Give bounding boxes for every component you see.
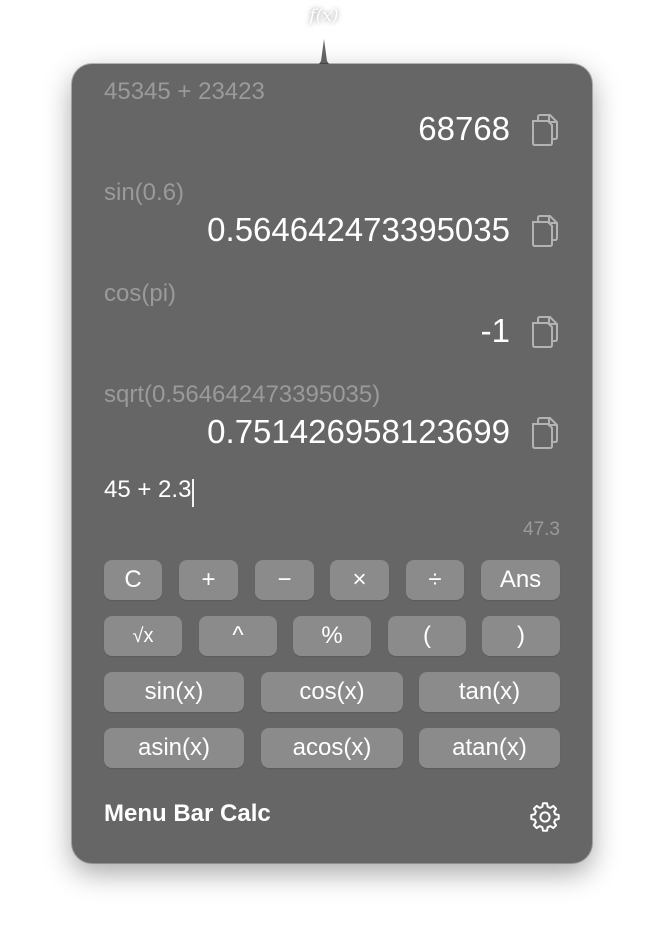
history-result[interactable]: 68768 bbox=[418, 110, 510, 148]
history-expression[interactable]: sin(0.6) bbox=[104, 179, 184, 207]
open-paren-button[interactable]: ( bbox=[388, 616, 466, 656]
percent-button[interactable]: % bbox=[293, 616, 371, 656]
text-caret bbox=[192, 478, 195, 507]
app-title: Menu Bar Calc bbox=[104, 800, 271, 827]
expression-input[interactable]: 45 + 2.3 bbox=[104, 475, 560, 509]
atan-button[interactable]: atan(x) bbox=[419, 728, 560, 768]
close-paren-button[interactable]: ) bbox=[482, 616, 560, 656]
multiply-button[interactable]: × bbox=[330, 560, 389, 600]
keypad-row-misc: √x ^ % ( ) bbox=[104, 616, 560, 656]
copy-icon[interactable] bbox=[528, 112, 560, 146]
power-button[interactable]: ^ bbox=[199, 616, 277, 656]
history-entry: sin(0.6) 0.564642473395035 bbox=[104, 179, 560, 280]
expression-input-text[interactable]: 45 + 2.3 bbox=[104, 476, 191, 503]
tan-button[interactable]: tan(x) bbox=[419, 672, 560, 712]
history-entry: sqrt(0.564642473395035) 0.75142695812369… bbox=[104, 381, 560, 482]
keypad-row-operators: C + − × ÷ Ans bbox=[104, 560, 560, 600]
sin-button[interactable]: sin(x) bbox=[104, 672, 244, 712]
result-preview: 47.3 bbox=[523, 519, 560, 540]
history-expression[interactable]: 45345 + 23423 bbox=[104, 78, 265, 106]
keypad-row-trig: sin(x) cos(x) tan(x) bbox=[104, 672, 560, 712]
keypad: C + − × ÷ Ans √x ^ % ( ) sin(x) cos(x) t… bbox=[104, 560, 560, 784]
history-expression[interactable]: sqrt(0.564642473395035) bbox=[104, 381, 380, 409]
plus-button[interactable]: + bbox=[179, 560, 238, 600]
copy-icon[interactable] bbox=[528, 314, 560, 348]
history-entry: 45345 + 23423 68768 bbox=[104, 78, 560, 179]
divide-button[interactable]: ÷ bbox=[406, 560, 464, 600]
history-result[interactable]: 0.751426958123699 bbox=[207, 413, 510, 451]
copy-icon[interactable] bbox=[528, 415, 560, 449]
acos-button[interactable]: acos(x) bbox=[261, 728, 403, 768]
clear-button[interactable]: C bbox=[104, 560, 162, 600]
history-result[interactable]: 0.564642473395035 bbox=[207, 211, 510, 249]
keypad-row-inverse-trig: asin(x) acos(x) atan(x) bbox=[104, 728, 560, 768]
asin-button[interactable]: asin(x) bbox=[104, 728, 244, 768]
calculator-popover: 45345 + 23423 68768 sin(0.6) 0.564642473… bbox=[72, 64, 592, 863]
minus-button[interactable]: − bbox=[255, 560, 314, 600]
history-result[interactable]: -1 bbox=[481, 312, 510, 350]
history-list: 45345 + 23423 68768 sin(0.6) 0.564642473… bbox=[104, 78, 560, 482]
history-expression[interactable]: cos(pi) bbox=[104, 280, 176, 308]
copy-icon[interactable] bbox=[528, 213, 560, 247]
sqrt-button[interactable]: √x bbox=[104, 616, 182, 656]
history-entry: cos(pi) -1 bbox=[104, 280, 560, 381]
gear-icon[interactable] bbox=[530, 802, 560, 832]
ans-button[interactable]: Ans bbox=[481, 560, 560, 600]
menubar-fx-icon[interactable]: f(x) bbox=[306, 4, 342, 28]
cos-button[interactable]: cos(x) bbox=[261, 672, 403, 712]
